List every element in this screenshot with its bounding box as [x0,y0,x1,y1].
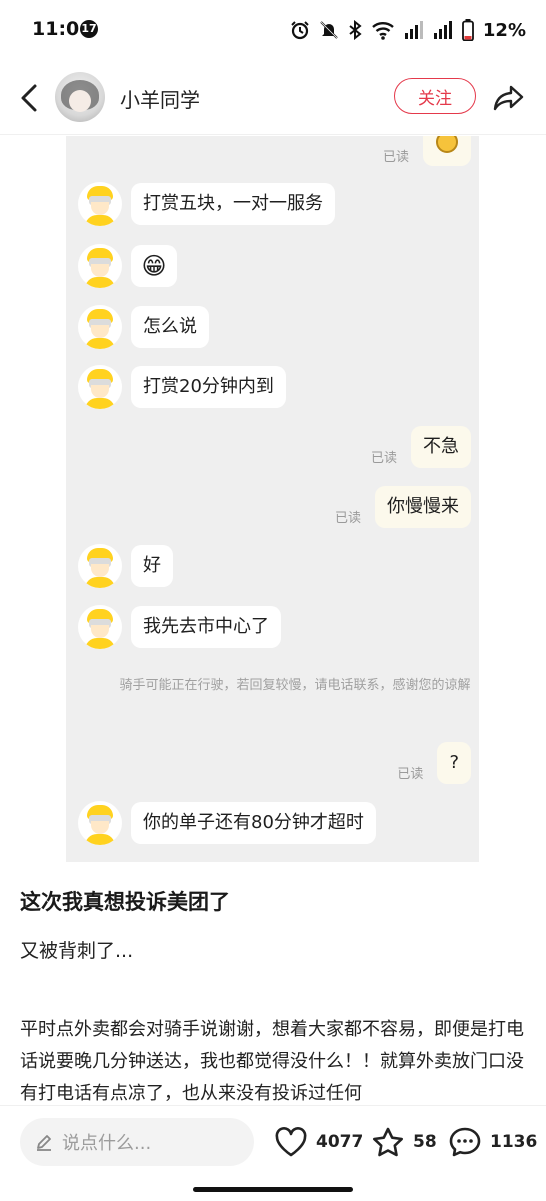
home-indicator[interactable] [193,1187,353,1192]
chat-bubble: 好 [131,545,173,587]
chat-bubble: ? [437,742,471,784]
rider-avatar [78,605,122,649]
share-icon [493,85,524,111]
like-count: 4077 [316,1132,364,1152]
comment-placeholder: 说点什么... [62,1133,152,1154]
chat-message-right: 已读 不急 [371,426,471,468]
grinning-emoji: 😁 [131,245,177,287]
chat-bubble: 打赏五块，一对一服务 [131,183,335,225]
pencil-icon [37,1135,51,1151]
comment-button[interactable]: 1136 [448,1126,537,1158]
status-bar: 11:06 17 12% [0,0,546,60]
star-icon [373,1127,403,1157]
comment-bubble-icon [449,1127,481,1157]
chat-bubble: 不急 [411,426,471,468]
rider-avatar [78,544,122,588]
read-receipt: 已读 [382,149,409,165]
chat-message-right: 已读 [383,136,471,166]
comment-input[interactable]: 说点什么... [20,1118,254,1166]
chat-bubble [423,136,471,166]
signal-icon [404,21,423,39]
mute-icon [320,21,338,39]
chat-bubble: 怎么说 [131,306,209,348]
favorite-count: 58 [413,1132,437,1152]
author-avatar[interactable] [55,72,105,122]
emoji-icon [436,136,458,153]
signal-icon [433,21,452,39]
avatar-face [69,90,91,112]
like-button[interactable]: 4077 [274,1126,363,1158]
chat-message-left: 打赏五块，一对一服务 [78,182,335,226]
back-button[interactable] [12,80,46,116]
chat-bubble: 你慢慢来 [375,486,471,528]
wifi-icon [372,22,394,40]
rider-avatar [78,182,122,226]
system-notice: 骑手可能正在行驶，若回复较慢，请电话联系，感谢您的谅解 [119,678,471,693]
chat-message-right: 已读 ? [397,742,471,784]
chat-message-left: 怎么说 [78,305,209,349]
chat-screenshot[interactable]: 已读 打赏五块，一对一服务 😁 怎么说 打赏20分钟内到 已读 不急 已读 你慢… [66,136,479,862]
chat-bubble: 你的单子还有80分钟才超时 [131,802,376,844]
chat-message-left: 😁 [78,244,177,288]
share-button[interactable] [490,80,528,116]
bluetooth-icon [349,20,362,40]
rider-avatar [78,305,122,349]
chevron-left-icon [21,84,37,112]
post-title: 这次我真想投诉美团了 [20,890,230,914]
battery-icon [462,19,474,41]
chat-message-left: 好 [78,544,173,588]
post-subtitle: 又被背刺了... [20,940,134,962]
favorite-button[interactable]: 58 [371,1126,437,1158]
battery-percent: 12% [482,19,526,41]
notification-badge: 17 [80,20,98,38]
post-header: 小羊同学 关注 [0,62,546,135]
chat-message-left: 你的单子还有80分钟才超时 [78,801,376,845]
rider-avatar [78,244,122,288]
chat-bubble: 我先去市中心了 [131,606,281,648]
post-content: 这次我真想投诉美团了 又被背刺了... 平时点外卖都会对骑手说谢谢，想着大家都不… [20,880,526,1110]
status-icons: 12% [290,18,526,42]
read-receipt: 已读 [334,510,361,526]
comment-count: 1136 [490,1132,538,1152]
read-receipt: 已读 [397,766,424,782]
follow-button[interactable]: 关注 [394,78,476,114]
chat-bubble: 打赏20分钟内到 [131,366,286,408]
chat-message-left: 打赏20分钟内到 [78,365,286,409]
chat-message-left: 我先去市中心了 [78,605,281,649]
chat-message-right: 已读 你慢慢来 [335,486,471,528]
rider-avatar [78,801,122,845]
read-receipt: 已读 [370,450,397,466]
rider-avatar [78,365,122,409]
heart-icon [275,1127,307,1157]
alarm-icon [291,21,309,40]
author-name[interactable]: 小羊同学 [120,84,200,113]
post-body: 平时点外卖都会对骑手说谢谢，想着大家都不容易，即便是打电话说要晚几分钟送达，我也… [20,1019,524,1104]
